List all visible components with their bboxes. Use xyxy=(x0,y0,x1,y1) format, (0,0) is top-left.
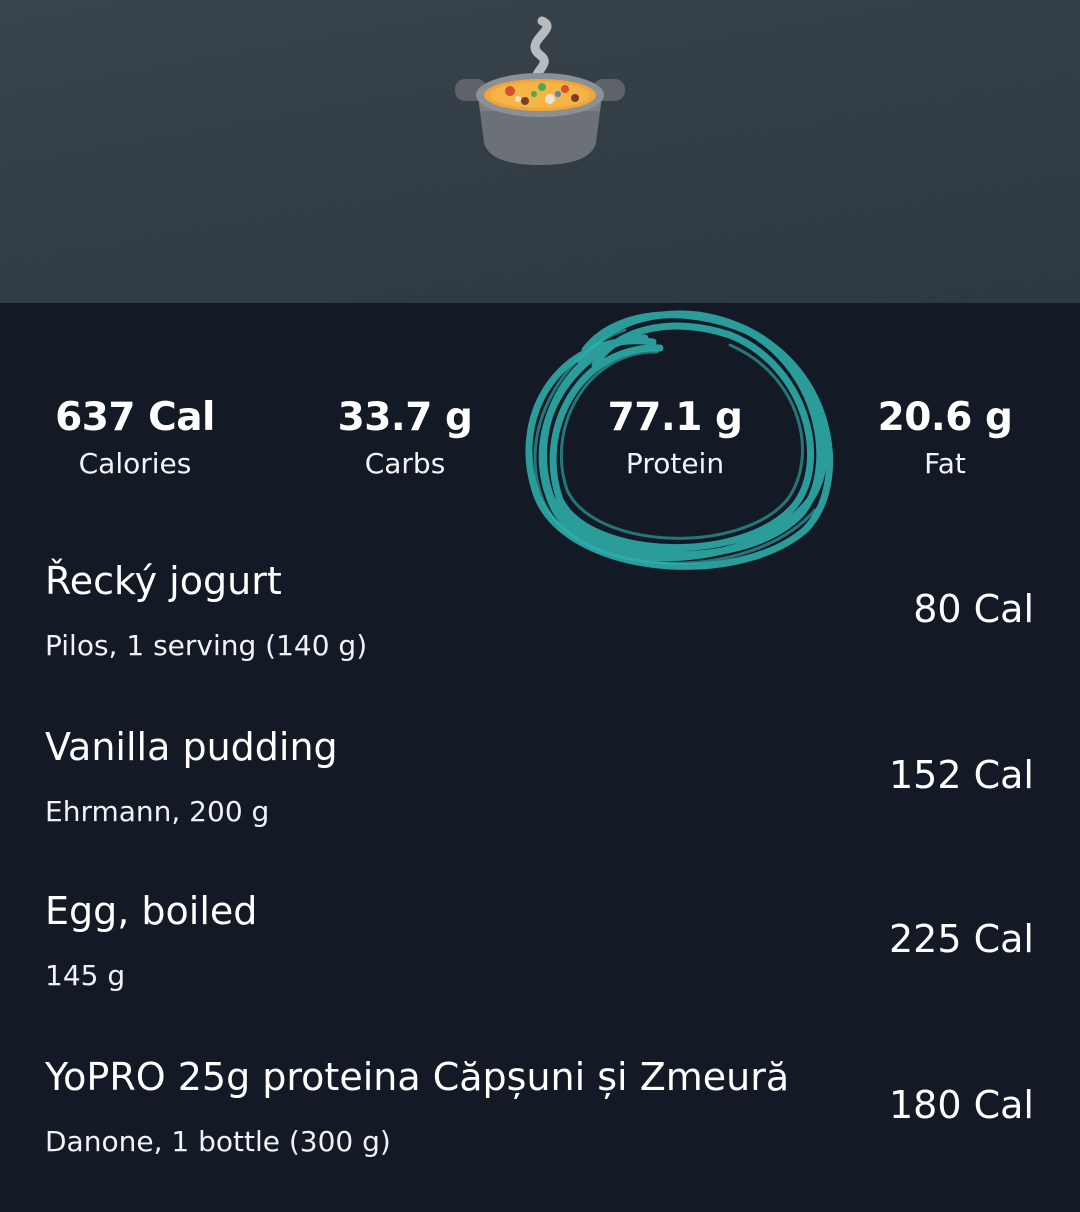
meal-header xyxy=(0,0,1080,303)
food-item[interactable]: Vanilla pudding Ehrmann, 200 g 152 Cal xyxy=(0,722,1080,882)
food-item-calories: 180 Cal xyxy=(889,1083,1034,1127)
protein-value: 77.1 g xyxy=(607,395,743,440)
carbs-label: Carbs xyxy=(364,447,446,480)
food-item-detail: Pilos, 1 serving (140 g) xyxy=(45,629,368,662)
food-item-calories: 80 Cal xyxy=(913,587,1034,631)
carbs-value: 33.7 g xyxy=(337,395,473,440)
fat-summary: 20.6 g Fat xyxy=(820,392,1070,484)
food-item-name: Řecký jogurt xyxy=(45,559,282,603)
calories-label: Calories xyxy=(78,447,192,480)
food-item[interactable]: Egg, boiled 145 g 225 Cal xyxy=(0,886,1080,1046)
food-item-detail: Danone, 1 bottle (300 g) xyxy=(45,1125,391,1158)
food-item[interactable]: YoPRO 25g proteina Căpșuni și Zmeură Dan… xyxy=(0,1052,1080,1212)
calories-summary: 637 Cal Calories xyxy=(10,392,260,484)
food-item-name: Egg, boiled xyxy=(45,889,258,933)
food-item[interactable]: Řecký jogurt Pilos, 1 serving (140 g) 80… xyxy=(0,556,1080,716)
food-item-detail: 145 g xyxy=(45,959,126,992)
food-item-calories: 152 Cal xyxy=(889,753,1034,797)
fat-value: 20.6 g xyxy=(877,395,1013,440)
protein-summary: 77.1 g Protein xyxy=(550,392,800,484)
calories-value: 637 Cal xyxy=(55,395,215,440)
food-item-name: Vanilla pudding xyxy=(45,725,338,769)
carbs-summary: 33.7 g Carbs xyxy=(280,392,530,484)
pot-of-food-icon xyxy=(455,16,625,165)
food-item-calories: 225 Cal xyxy=(889,917,1034,961)
fat-label: Fat xyxy=(924,447,966,480)
protein-label: Protein xyxy=(625,447,725,480)
food-item-detail: Ehrmann, 200 g xyxy=(45,795,270,828)
food-item-name: YoPRO 25g proteina Căpșuni și Zmeură xyxy=(45,1055,790,1099)
